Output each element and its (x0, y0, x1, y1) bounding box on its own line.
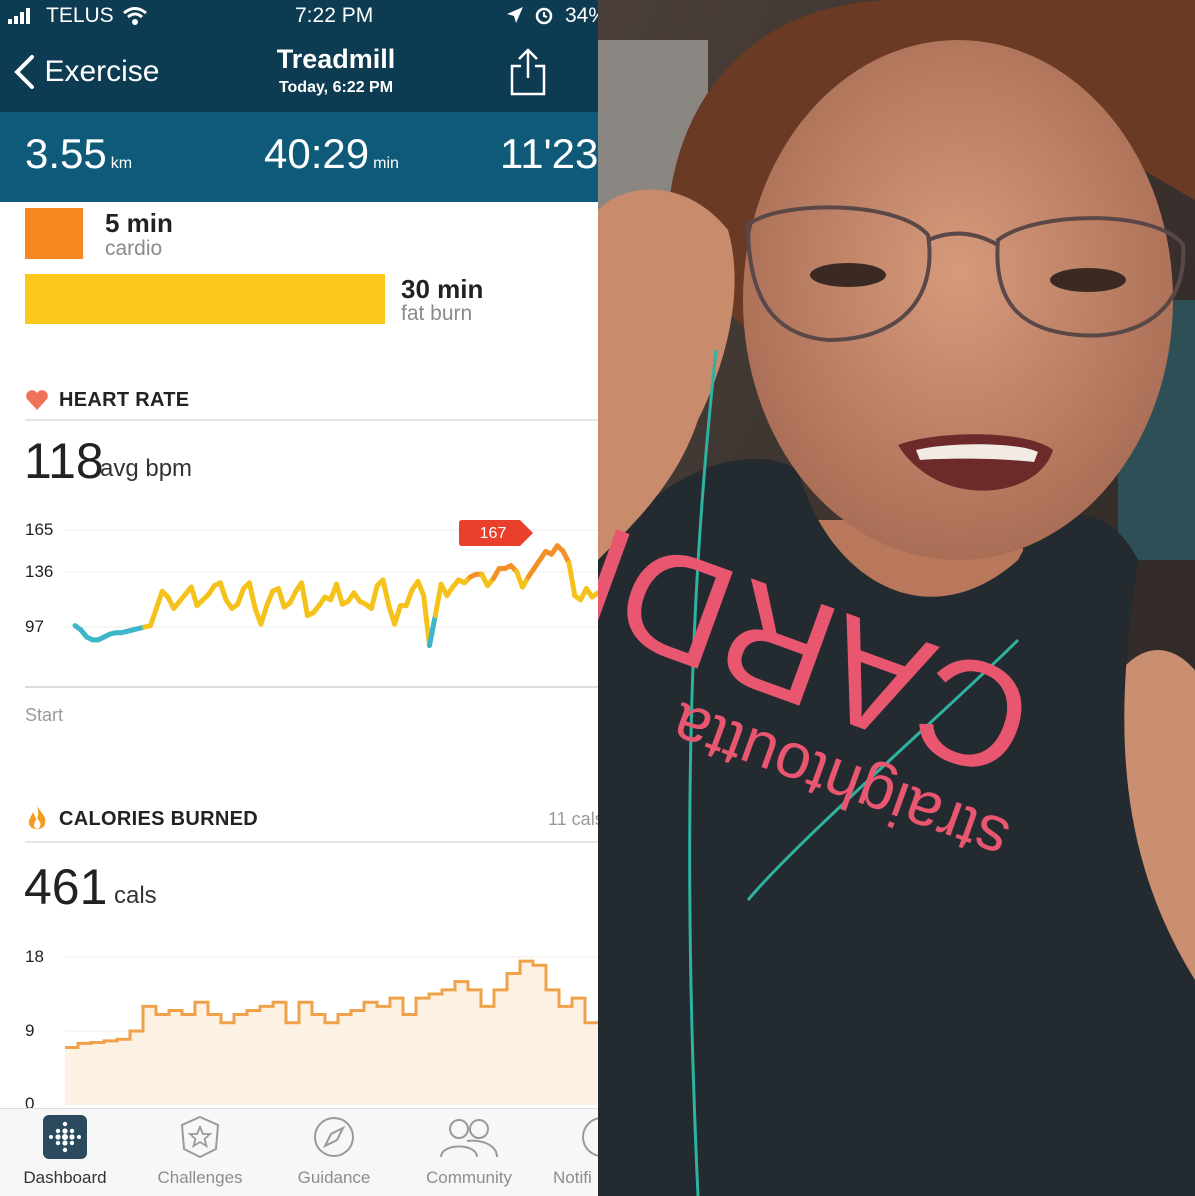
calories-rate-label: 11 cals (548, 809, 598, 829)
peak-label: 167 (480, 525, 507, 542)
compass-icon (314, 1117, 354, 1157)
flame-icon (28, 805, 46, 830)
tab-guidance[interactable]: Guidance (279, 1115, 389, 1188)
distance-value: 3.55 (25, 130, 107, 177)
distance-unit: km (110, 155, 133, 172)
hr-line-segment (275, 585, 287, 610)
page-title: Treadmill (276, 44, 396, 74)
share-icon[interactable] (508, 46, 548, 98)
hr-line-segment (334, 581, 345, 607)
hr-line-segment (392, 603, 403, 627)
location-icon (507, 7, 523, 23)
cardio-minutes: 5 min (105, 208, 173, 238)
heart-icon (26, 390, 48, 410)
pace-value: 11'23" (500, 130, 598, 177)
hr-line-segment (566, 560, 578, 599)
hr-start-label: Start (25, 705, 64, 725)
star-icon (180, 1115, 220, 1159)
battery-percent: 34% (565, 4, 598, 27)
calories-chart (65, 956, 598, 1105)
hr-line-segment (258, 603, 270, 627)
tab-dashboard[interactable]: Dashboard (10, 1115, 120, 1188)
tab-notifications-label: Notifi (553, 1168, 592, 1187)
signal-icon (8, 8, 30, 24)
tab-bar: Dashboard Challenges Guidance Community … (0, 1108, 598, 1196)
dashboard-icon (43, 1115, 87, 1159)
back-button[interactable]: Exercise (12, 54, 160, 90)
fitbit-screen: TELUS 7:22 PM 34% Exercise Treadmill Tod… (0, 0, 598, 1196)
alarm-icon (535, 7, 553, 25)
status-bar: TELUS 7:22 PM 34% (0, 0, 598, 34)
summary-stats: 3.55km 40:29min 11'23" (0, 112, 598, 202)
hr-line-segment (432, 581, 444, 619)
calories-area-fill (65, 961, 598, 1105)
duration-stat: 40:29 min (264, 130, 399, 178)
nav-bar: Exercise Treadmill Today, 6:22 PM (0, 34, 598, 112)
hr-line-segment (368, 583, 380, 611)
selfie-illustration: straightoutta CARDIO (598, 0, 1195, 1196)
cardio-zone-bar (25, 208, 83, 259)
hr-line-segment (217, 580, 229, 603)
clock-time: 7:22 PM (295, 4, 374, 27)
back-label: Exercise (44, 55, 160, 88)
hr-line-segment (380, 577, 392, 609)
tab-dashboard-label: Dashboard (23, 1168, 107, 1187)
hr-line-segment (235, 585, 247, 607)
bell-icon (582, 1117, 598, 1157)
calories-title: CALORIES BURNED (59, 808, 258, 830)
calories-unit: cals (114, 882, 157, 909)
duration-unit: min (373, 155, 399, 172)
fat-burn-minutes: 30 min (401, 274, 484, 304)
fat-burn-zone-bar (25, 274, 385, 324)
heart-rate-chart: 167 (25, 520, 598, 688)
distance-stat: 3.55 km (25, 130, 132, 178)
calories-total: 461 (24, 859, 108, 915)
hr-line-segment (426, 613, 438, 649)
chevron-left-icon (14, 55, 34, 89)
tab-notifications[interactable]: Notifi (538, 1115, 598, 1188)
tab-challenges[interactable]: Challenges (145, 1115, 255, 1188)
tab-guidance-label: Guidance (297, 1168, 371, 1187)
heart-rate-title: HEART RATE (59, 389, 190, 411)
carrier-label: TELUS (46, 4, 114, 27)
tab-challenges-label: Challenges (157, 1168, 243, 1187)
hr-line-segment (246, 580, 258, 611)
avg-bpm-value: 118 (24, 433, 104, 489)
page-header: Treadmill Today, 6:22 PM (236, 44, 436, 97)
pace-stat: 11'23" (500, 130, 598, 178)
hr-line-segment (148, 605, 159, 629)
fat-burn-label: fat burn (401, 302, 473, 325)
tab-community-label: Community (426, 1168, 512, 1187)
peak-marker: 167 (459, 520, 533, 546)
cardio-label: cardio (105, 237, 163, 260)
hr-line-segment (299, 580, 310, 619)
people-icon (440, 1119, 498, 1158)
hr-line-segment (403, 587, 415, 609)
tab-community[interactable]: Community (414, 1115, 524, 1188)
selfie-photo: straightoutta CARDIO (598, 0, 1195, 1196)
avg-bpm-unit: avg bpm (100, 455, 193, 482)
divider (25, 419, 598, 421)
wifi-icon (123, 7, 147, 25)
duration-value: 40:29 (264, 130, 370, 177)
page-subtitle: Today, 6:22 PM (278, 79, 394, 96)
hr-line-segment (188, 584, 200, 609)
divider (25, 841, 598, 843)
